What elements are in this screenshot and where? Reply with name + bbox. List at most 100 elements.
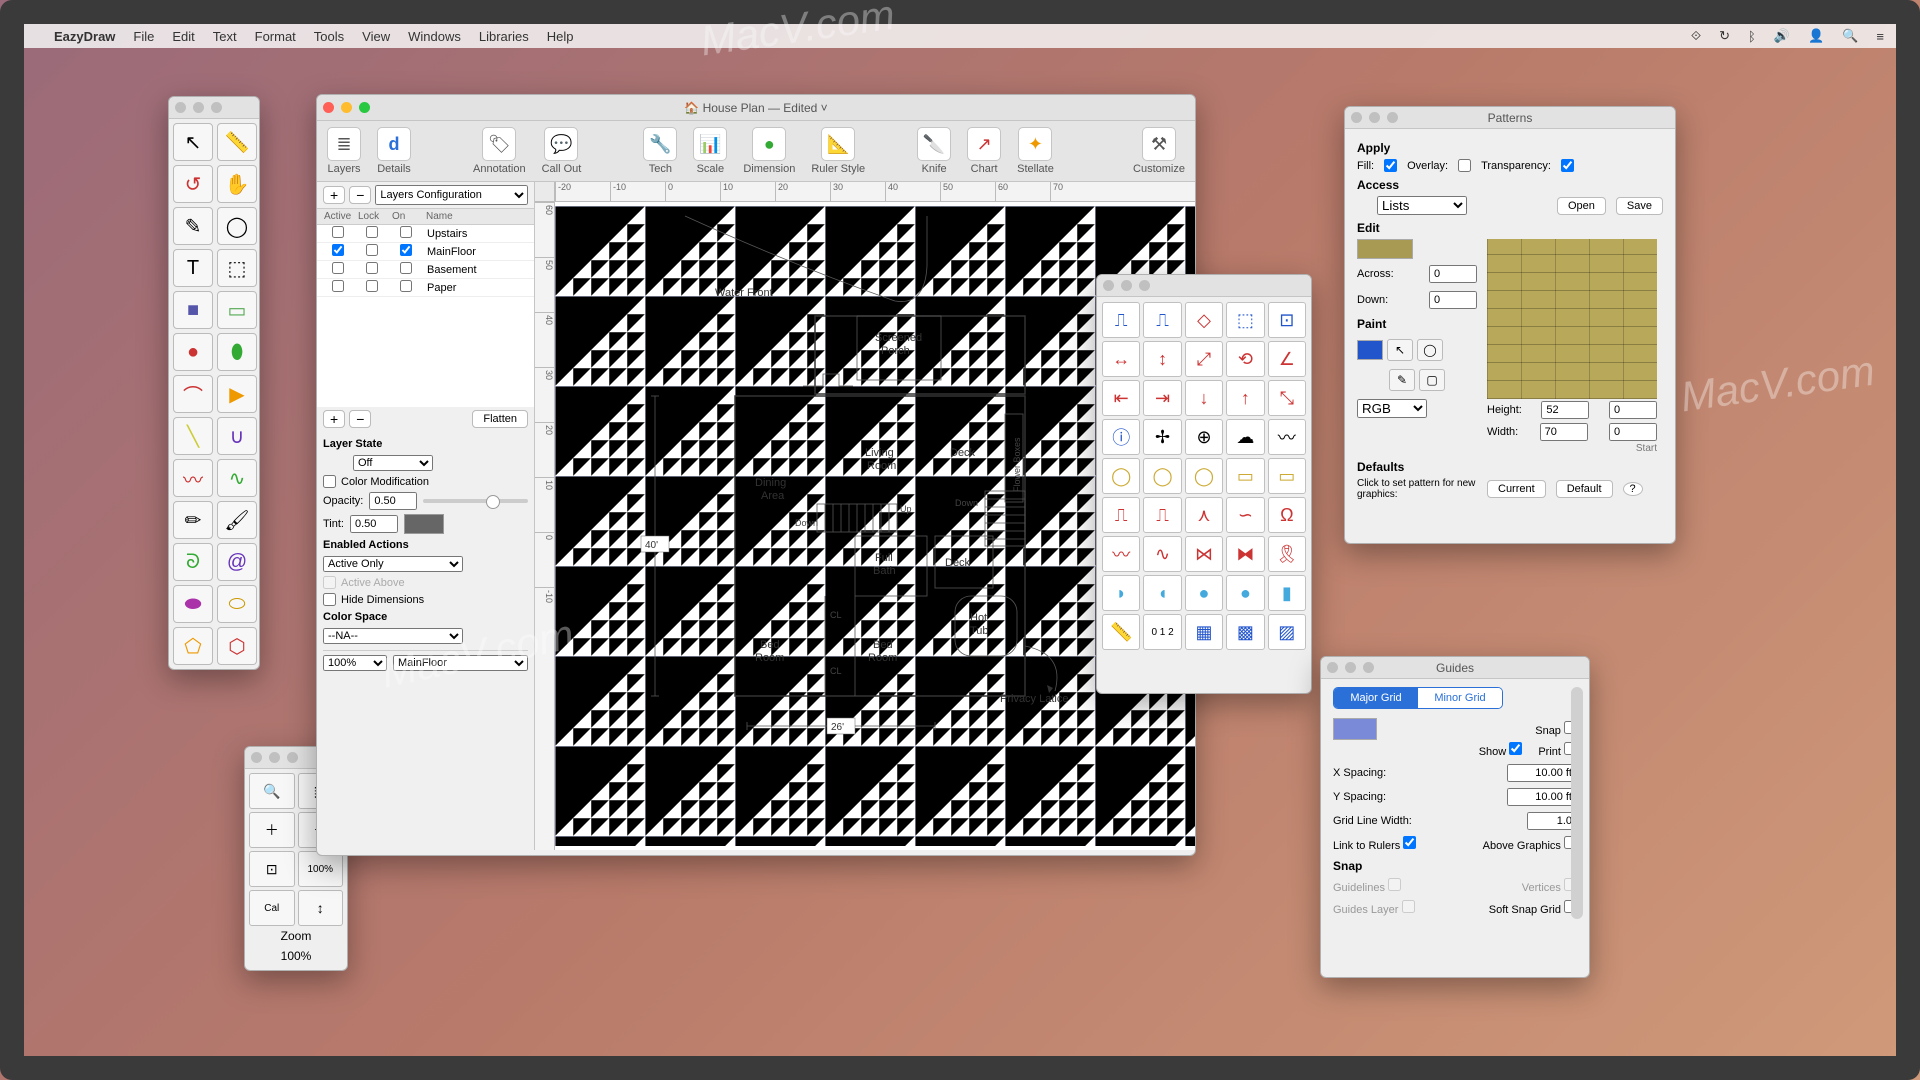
layer-row[interactable]: Paper [317, 279, 534, 297]
connector-icon[interactable]: ◇ [1185, 302, 1223, 338]
show-checkbox[interactable] [1509, 742, 1522, 755]
rgb-select[interactable]: RGB [1357, 399, 1427, 418]
callout-icon[interactable]: ▭ [1226, 458, 1264, 494]
dimension-button[interactable]: ●Dimension [743, 127, 795, 175]
path-icon[interactable]: Ω [1268, 497, 1306, 533]
across-field[interactable] [1429, 265, 1477, 283]
dim-icon[interactable]: ↓ [1185, 380, 1223, 416]
connector-icon[interactable]: ⎍ [1143, 302, 1181, 338]
guides-scrollbar[interactable] [1571, 687, 1583, 919]
callout-icon[interactable]: ▭ [1268, 458, 1306, 494]
pattern-icon[interactable]: ▦ [1185, 614, 1223, 650]
layer-state-select[interactable]: Off [353, 455, 433, 471]
connector-icon[interactable]: ⬚ [1226, 302, 1264, 338]
link-rulers-checkbox[interactable] [1403, 836, 1416, 849]
menu-tools[interactable]: Tools [314, 29, 344, 44]
cursor-tool-icon[interactable]: ↖ [173, 123, 213, 161]
zoom-actual-icon[interactable]: 100% [298, 851, 344, 887]
color-mod-checkbox[interactable] [323, 475, 336, 488]
path-icon[interactable]: ∽ [1226, 497, 1264, 533]
menu-file[interactable]: File [133, 29, 154, 44]
y-spacing-field[interactable] [1507, 788, 1577, 806]
zoom-height-icon[interactable]: ↕ [298, 890, 344, 926]
dropbox-icon[interactable]: ⟐ [1691, 28, 1701, 44]
path-icon[interactable]: ⎍ [1102, 497, 1140, 533]
zoom-in-icon[interactable]: ＋ [249, 812, 295, 848]
menu-view[interactable]: View [362, 29, 390, 44]
scale-button[interactable]: 📊Scale [693, 127, 727, 175]
dim-icon[interactable]: ↔ [1102, 341, 1140, 377]
callout-icon[interactable]: ◯ [1143, 458, 1181, 494]
connector-icon[interactable]: ⊡ [1268, 302, 1306, 338]
menu-format[interactable]: Format [255, 29, 296, 44]
hide-dims-checkbox[interactable] [323, 593, 336, 606]
rect-select-tool-icon[interactable]: ⬚ [217, 249, 257, 287]
path-icon[interactable]: ∿ [1143, 536, 1181, 572]
brush-tool-icon[interactable]: 🖌 [217, 501, 257, 539]
zoom-cal-icon[interactable]: Cal [249, 890, 295, 926]
triangle-tool-icon[interactable]: ▶ [217, 375, 257, 413]
dim-icon[interactable]: ↑ [1226, 380, 1264, 416]
rect-fill-tool-icon[interactable]: ■ [173, 291, 213, 329]
major-grid-tab[interactable]: Major Grid [1334, 688, 1418, 708]
fill-icon[interactable]: ◖ [1143, 575, 1181, 611]
fill-icon[interactable]: ● [1185, 575, 1223, 611]
menu-text[interactable]: Text [213, 29, 237, 44]
ribbon-icon[interactable]: 🎗 [1268, 536, 1306, 572]
dim-icon[interactable]: ⤡ [1268, 380, 1306, 416]
cloud-icon[interactable]: ☁ [1226, 419, 1264, 455]
help-button[interactable]: ? [1623, 482, 1643, 496]
numbers-icon[interactable]: 0 1 2 [1143, 614, 1181, 650]
inc-button[interactable]: + [323, 410, 345, 428]
dim-icon[interactable]: ⇤ [1102, 380, 1140, 416]
menu-windows[interactable]: Windows [408, 29, 461, 44]
default-button[interactable]: Default [1556, 480, 1613, 498]
path-icon[interactable]: ⧓ [1226, 536, 1264, 572]
color-space-select[interactable]: --NA-- [323, 628, 463, 644]
overlay-checkbox[interactable] [1458, 159, 1471, 172]
enabled-actions-select[interactable]: Active Only [323, 556, 463, 572]
arc-tool-icon[interactable]: ⌒ [173, 375, 213, 413]
minor-grid-tab[interactable]: Minor Grid [1418, 688, 1502, 708]
x-spacing-field[interactable] [1507, 764, 1577, 782]
volume-icon[interactable]: 🔊 [1774, 28, 1790, 44]
current-button[interactable]: Current [1487, 480, 1546, 498]
ruler-style-button[interactable]: 📐Ruler Style [811, 127, 865, 175]
rotate-tool-icon[interactable]: ↺ [173, 165, 213, 203]
lasso-tool-icon[interactable]: ◯ [217, 207, 257, 245]
pencil-tool-icon[interactable]: ✎ [173, 207, 213, 245]
dim-icon[interactable]: ⟲ [1226, 341, 1264, 377]
stellate-button[interactable]: ✦Stellate [1017, 127, 1054, 175]
h1-field[interactable] [1541, 401, 1589, 419]
details-button[interactable]: dDetails [377, 127, 411, 175]
circle-mini-icon[interactable]: ◯ [1417, 339, 1443, 361]
menu-help[interactable]: Help [547, 29, 574, 44]
fill-icon[interactable]: ▮ [1268, 575, 1306, 611]
tech-button[interactable]: 🔧Tech [643, 127, 677, 175]
maximize-icon[interactable] [359, 102, 370, 113]
w1-field[interactable] [1540, 423, 1588, 441]
annotation-button[interactable]: 🏷Annotation [473, 127, 526, 175]
compass-icon[interactable]: ✢ [1143, 419, 1181, 455]
dec-button[interactable]: − [349, 410, 371, 428]
zigzag-tool-icon[interactable]: ∿ [217, 459, 257, 497]
flatten-button[interactable]: Flatten [472, 410, 528, 428]
scribble-icon[interactable]: 〰 [1268, 419, 1306, 455]
callout-icon[interactable]: ◯ [1185, 458, 1223, 494]
pencil-mini-icon[interactable]: ✎ [1389, 369, 1415, 391]
opacity-slider[interactable] [423, 499, 528, 503]
knife-button[interactable]: 🔪Knife [917, 127, 951, 175]
sync-icon[interactable]: ↻ [1719, 28, 1730, 44]
target-icon[interactable]: ⊕ [1185, 419, 1223, 455]
layer-row[interactable]: Basement [317, 261, 534, 279]
pattern-icon[interactable]: ▩ [1226, 614, 1264, 650]
path-icon[interactable]: 〰 [1102, 536, 1140, 572]
path-icon[interactable]: ⋈ [1185, 536, 1223, 572]
dim-icon[interactable]: ∠ [1268, 341, 1306, 377]
ellipse-tool-icon[interactable]: ⬮ [217, 333, 257, 371]
transparency-checkbox[interactable] [1561, 159, 1574, 172]
text-tool-icon[interactable]: T [173, 249, 213, 287]
pentagon-tool-icon[interactable]: ⬠ [173, 627, 213, 665]
layer-row[interactable]: MainFloor [317, 243, 534, 261]
zoom-select[interactable]: 100% [323, 655, 387, 671]
